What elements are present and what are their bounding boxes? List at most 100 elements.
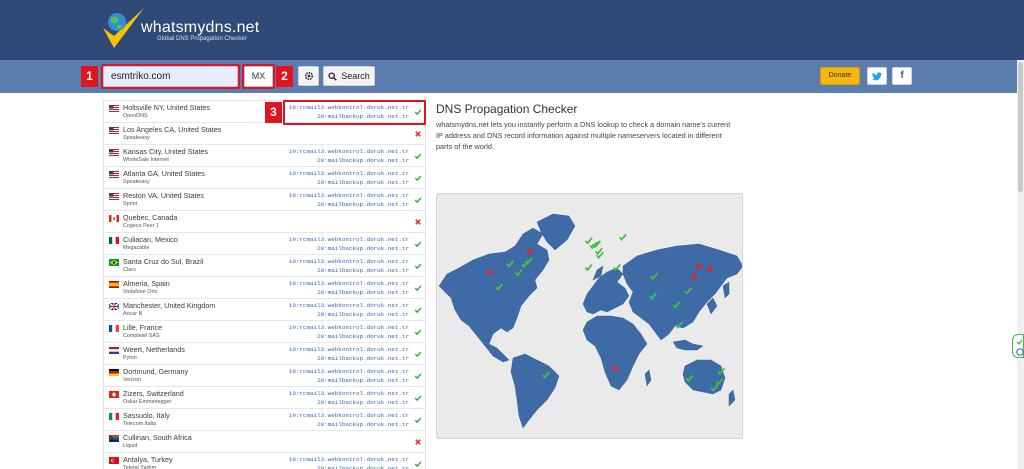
fail-cross-icon bbox=[415, 219, 421, 225]
result-location: Holtsville NY, United States bbox=[123, 103, 210, 112]
result-row[interactable]: Sassuolo, Italy Telecom Italia 10:rcmail3.… bbox=[104, 409, 425, 431]
success-check-icon bbox=[414, 373, 422, 380]
result-row[interactable]: Reston VA, United States Sprint 10:rcmail3… bbox=[104, 189, 425, 211]
twitter-share-button[interactable] bbox=[867, 67, 887, 85]
side-widget-icon bbox=[1016, 339, 1024, 356]
facebook-share-button[interactable]: f bbox=[892, 67, 912, 85]
result-record: 20:mailbackup.doruk.net.tr bbox=[317, 311, 409, 318]
logo-subtitle: Global DNS Propagation Checker bbox=[157, 36, 247, 42]
success-check-icon bbox=[414, 241, 422, 248]
result-record: 20:mailbackup.doruk.net.tr bbox=[317, 421, 409, 428]
page-title: DNS Propagation Checker bbox=[436, 102, 578, 116]
result-row[interactable]: Antalya, Turkey Teknet Yazlim 10:rcmail3.w… bbox=[104, 453, 425, 469]
result-location: Atlanta GA, United States bbox=[123, 169, 205, 178]
result-record: 20:mailbackup.doruk.net.tr bbox=[317, 245, 409, 252]
result-row[interactable]: Culiacan, Mexico Megacable 10:rcmail3.webk… bbox=[104, 233, 425, 255]
result-record: 20:mailbackup.doruk.net.tr bbox=[317, 377, 409, 384]
success-check-icon bbox=[414, 263, 422, 270]
result-record: 20:mailbackup.doruk.net.tr bbox=[317, 267, 409, 274]
flag-ch-icon bbox=[109, 391, 119, 398]
flag-br-icon bbox=[109, 259, 119, 266]
search-icon bbox=[328, 71, 338, 81]
result-record: 10:rcmail3.webkontrol.doruk.net.tr bbox=[288, 258, 409, 265]
result-provider: Ancar B bbox=[123, 311, 143, 317]
result-row[interactable]: Manchester, United Kingdom Ancar B 10:rcma… bbox=[104, 299, 425, 321]
flag-gb-icon bbox=[109, 303, 119, 310]
result-provider: Claro bbox=[123, 267, 136, 273]
result-provider: WholeSale Internet bbox=[123, 157, 169, 163]
result-row[interactable]: Almeria, Spain Vodafone Ono 10:rcmail3.web… bbox=[104, 277, 425, 299]
result-location: Santa Cruz do Sul, Brazil bbox=[123, 257, 204, 266]
result-location: Zizers, Switzerland bbox=[123, 389, 184, 398]
settings-button[interactable] bbox=[298, 66, 319, 86]
result-row[interactable]: Cullinan, South Africa Liquid bbox=[104, 431, 425, 453]
flag-us-icon bbox=[109, 127, 119, 134]
result-record: 20:mailbackup.doruk.net.tr bbox=[317, 201, 409, 208]
result-provider: Telecom Italia bbox=[123, 421, 156, 427]
map-marker-success bbox=[612, 263, 621, 272]
result-row[interactable]: Weert, Netherlands Pyton 10:rcmail3.webkon… bbox=[104, 343, 425, 365]
logo-title: whatsmydns.net bbox=[141, 19, 260, 36]
result-provider: Megacable bbox=[123, 245, 150, 251]
result-record: 10:rcmail3.webkontrol.doruk.net.tr bbox=[288, 412, 409, 419]
site-logo[interactable]: whatsmydns.net Global DNS Propagation Ch… bbox=[100, 6, 260, 54]
result-provider: Pyton bbox=[123, 355, 137, 361]
result-record: 10:rcmail3.webkontrol.doruk.net.tr bbox=[288, 236, 409, 243]
gear-icon bbox=[304, 71, 313, 81]
flag-us-icon bbox=[109, 149, 119, 156]
result-location: Culiacan, Mexico bbox=[123, 235, 178, 244]
result-row[interactable]: Santa Cruz do Sul, Brazil Claro 10:rcmail3… bbox=[104, 255, 425, 277]
result-record: 10:rcmail3.webkontrol.doruk.net.tr bbox=[288, 192, 409, 199]
result-record: 20:mailbackup.doruk.net.tr bbox=[317, 157, 409, 164]
result-record: 10:rcmail3.webkontrol.doruk.net.tr bbox=[288, 302, 409, 309]
donate-button[interactable]: Donate bbox=[820, 67, 860, 85]
success-check-icon bbox=[414, 395, 422, 402]
map-marker-success bbox=[618, 233, 627, 242]
domain-input-highlight bbox=[101, 64, 240, 89]
result-provider: Speakeasy bbox=[123, 135, 150, 141]
flag-za-icon bbox=[109, 435, 119, 442]
result-location: Almeria, Spain bbox=[123, 279, 170, 288]
fail-cross-icon bbox=[415, 439, 421, 445]
flag-tr-icon bbox=[109, 457, 119, 464]
flag-es-icon bbox=[109, 281, 119, 288]
flag-ca-icon bbox=[109, 215, 119, 222]
success-check-icon bbox=[414, 417, 422, 424]
record-type-highlight bbox=[242, 64, 275, 89]
result-location: Weert, Netherlands bbox=[123, 345, 185, 354]
scrollbar-thumb[interactable] bbox=[1018, 62, 1023, 192]
result-record: 10:rcmail3.webkontrol.doruk.net.tr bbox=[288, 368, 409, 375]
twitter-icon bbox=[872, 72, 882, 81]
result-location: Los Angeles CA, United States bbox=[123, 125, 222, 134]
success-check-icon bbox=[414, 329, 422, 336]
result-row[interactable]: Kansas City, United States WholeSale Inte… bbox=[104, 145, 425, 167]
result-record: 20:mailbackup.doruk.net.tr bbox=[317, 465, 409, 469]
page-description: whatsmydns.net lets you instantly perfor… bbox=[436, 120, 731, 151]
result-location: Reston VA, United States bbox=[123, 191, 204, 200]
result-record: 10:rcmail3.webkontrol.doruk.net.tr bbox=[288, 170, 409, 177]
map-marker-success bbox=[594, 247, 603, 256]
result-record: 20:mailbackup.doruk.net.tr bbox=[317, 289, 409, 296]
result-location: Quebec, Canada bbox=[123, 213, 178, 222]
map-marker-success bbox=[584, 237, 593, 245]
flag-nl-icon bbox=[109, 347, 119, 354]
result-provider: OpenDNS bbox=[123, 113, 148, 119]
result-row[interactable]: Lille, France Completel SAS 10:rcmail3.web… bbox=[104, 321, 425, 343]
result-location: Dortmund, Germany bbox=[123, 367, 189, 376]
records-highlight bbox=[283, 100, 426, 125]
result-provider: Teknet Yazlim bbox=[123, 465, 157, 469]
result-row[interactable]: Zizers, Switzerland Oskar Emmenegger 10:rc… bbox=[104, 387, 425, 409]
result-row[interactable]: Los Angeles CA, United States Speakeasy bbox=[104, 123, 425, 145]
result-record: 10:rcmail3.webkontrol.doruk.net.tr bbox=[288, 456, 409, 463]
side-widget[interactable] bbox=[1012, 334, 1024, 358]
flag-us-icon bbox=[109, 193, 119, 200]
world-map bbox=[436, 193, 743, 439]
search-button[interactable]: Search bbox=[323, 66, 375, 86]
result-record: 20:mailbackup.doruk.net.tr bbox=[317, 355, 409, 362]
result-row[interactable]: Atlanta GA, United States Speakeasy 10:rcm… bbox=[104, 167, 425, 189]
result-row[interactable]: Dortmund, Germany Verizon 10:rcmail3.webko… bbox=[104, 365, 425, 387]
result-row[interactable]: Quebec, Canada Cogeco Peer 1 bbox=[104, 211, 425, 233]
result-record: 10:rcmail3.webkontrol.doruk.net.tr bbox=[288, 346, 409, 353]
result-record: 10:rcmail3.webkontrol.doruk.net.tr bbox=[288, 148, 409, 155]
flag-it-icon bbox=[109, 413, 119, 420]
